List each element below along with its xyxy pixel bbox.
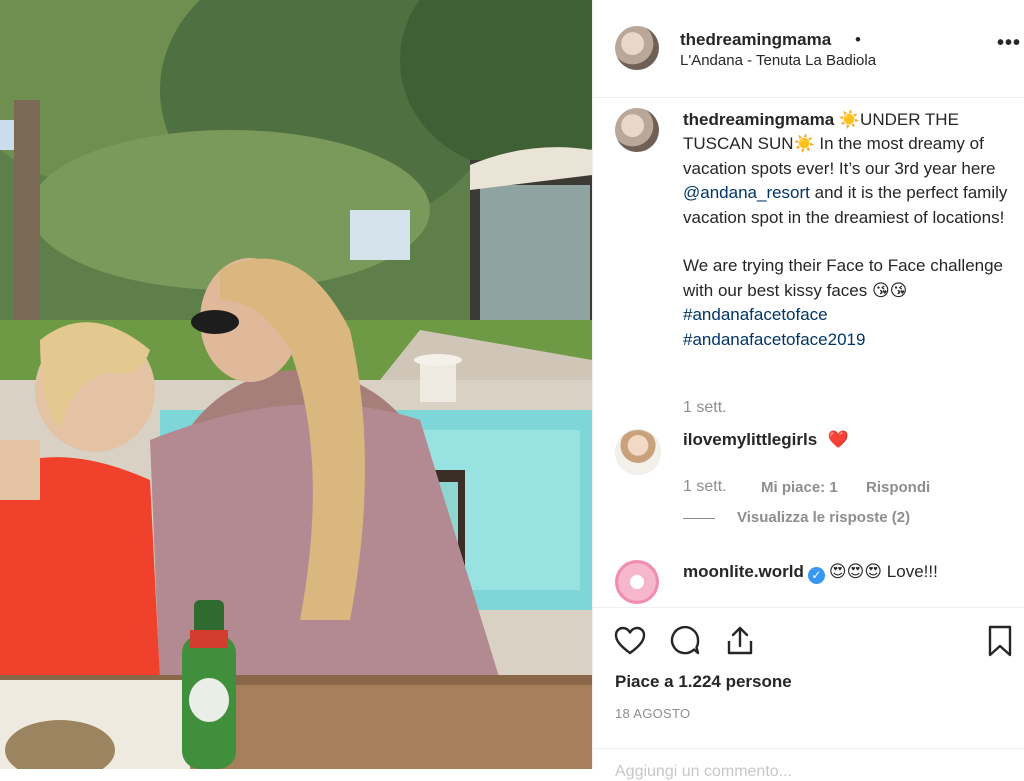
comment-icon[interactable] xyxy=(668,624,702,658)
caption-author-avatar[interactable] xyxy=(615,108,659,152)
verified-badge-icon: ✓ xyxy=(807,567,825,584)
post-location[interactable]: L'Andana - Tenuta La Badiola xyxy=(680,52,876,69)
comment-item: moonlite.world ✓ 😍😍😍 Love!!! xyxy=(683,562,938,584)
bookmark-icon[interactable] xyxy=(983,624,1017,658)
add-comment-bar: Aggiungi un commento... xyxy=(593,748,1024,781)
separator-dot: • xyxy=(855,30,861,49)
view-replies-button[interactable]: Visualizza le risposte (2) xyxy=(737,509,910,526)
comment-likes-count[interactable]: Mi piace: 1 xyxy=(761,479,838,496)
post-side-panel: thedreamingmama • L'Andana - Tenuta La B… xyxy=(592,0,1024,780)
commenter-avatar[interactable] xyxy=(615,429,661,475)
comment-item: ilovemylittlegirls ❤️ xyxy=(683,430,849,450)
reply-button[interactable]: Rispondi xyxy=(866,479,930,496)
author-avatar[interactable] xyxy=(615,26,659,70)
post-actions: Piace a 1.224 persone 18 AGOSTO Aggiungi… xyxy=(593,607,1024,780)
comment-username[interactable]: ilovemylittlegirls xyxy=(683,430,817,449)
commenter-avatar[interactable] xyxy=(615,560,659,604)
caption-mention-link[interactable]: @andana_resort xyxy=(683,183,810,202)
hashtag-link[interactable]: #andanafacetoface2019 xyxy=(683,330,865,349)
replies-divider-line xyxy=(683,518,715,519)
post-photo-illustration xyxy=(0,0,592,769)
more-options-icon[interactable]: ••• xyxy=(997,32,1021,55)
heart-icon[interactable] xyxy=(613,624,647,658)
post-caption: thedreamingmama ☀️UNDER THE TUSCAN SUN☀️… xyxy=(683,108,1015,352)
comment-timestamp[interactable]: 1 sett. xyxy=(683,478,727,496)
author-username[interactable]: thedreamingmama xyxy=(680,30,831,50)
comments-section[interactable]: thedreamingmama ☀️UNDER THE TUSCAN SUN☀️… xyxy=(593,98,1024,606)
post-header: thedreamingmama • L'Andana - Tenuta La B… xyxy=(593,0,1024,98)
post-photo[interactable] xyxy=(0,0,592,769)
caption-username[interactable]: thedreamingmama xyxy=(683,110,834,129)
comment-text: 😍😍😍 Love!!! xyxy=(828,562,938,581)
comment-username[interactable]: moonlite.world xyxy=(683,562,804,581)
caption-timestamp[interactable]: 1 sett. xyxy=(683,399,727,417)
comment-text: ❤️ xyxy=(827,430,850,449)
likes-count[interactable]: Piace a 1.224 persone xyxy=(615,672,792,692)
share-icon[interactable] xyxy=(723,624,757,658)
add-comment-input[interactable]: Aggiungi un commento... xyxy=(615,763,792,781)
post-date[interactable]: 18 AGOSTO xyxy=(615,706,690,721)
hashtag-link[interactable]: #andanafacetoface xyxy=(683,305,828,324)
